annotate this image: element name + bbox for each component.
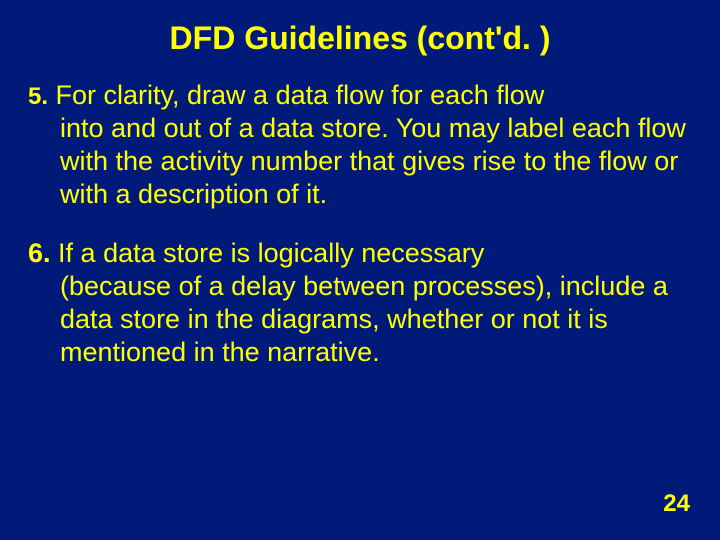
item-text-rest: (because of a delay between processes), … — [28, 270, 692, 369]
item-text-first: If a data store is logically necessary — [58, 238, 484, 268]
item-text-first: For clarity, draw a data flow for each f… — [56, 80, 545, 110]
list-item: 6. If a data store is logically necessar… — [28, 237, 692, 369]
page-number: 24 — [663, 490, 690, 518]
item-marker: 6. — [28, 238, 51, 268]
slide-title: DFD Guidelines (cont'd. ) — [28, 20, 692, 57]
item-marker: 5. — [28, 83, 48, 110]
item-text-rest: into and out of a data store. You may la… — [28, 112, 692, 211]
list-item: 5. For clarity, draw a data flow for eac… — [28, 79, 692, 211]
